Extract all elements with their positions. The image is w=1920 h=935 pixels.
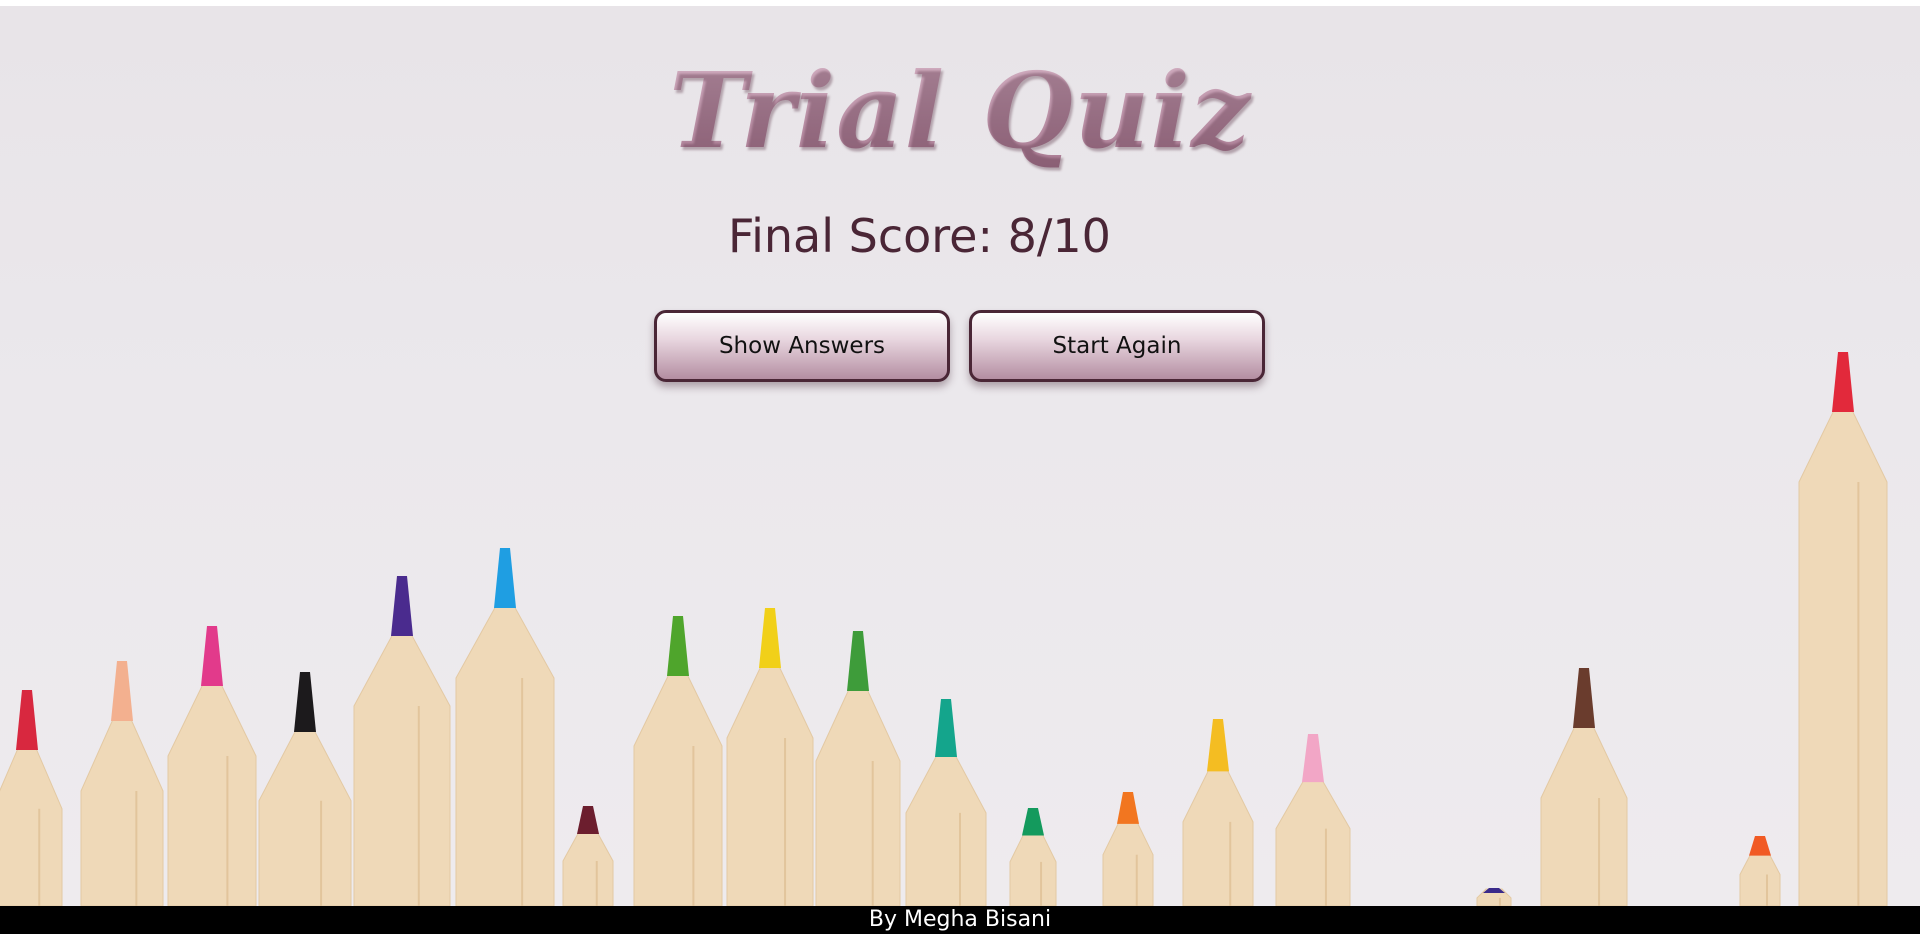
pencil-tip [667, 616, 689, 676]
pencil-tip [1749, 836, 1771, 856]
pencil-tip [16, 690, 38, 750]
pencil-tip [294, 672, 316, 732]
pencil-body [905, 752, 987, 906]
pencil-body [633, 671, 723, 906]
pencil-tip [1117, 792, 1139, 824]
pencil-tip [201, 626, 223, 686]
pencil-body [455, 603, 555, 906]
pencil-body [1009, 830, 1057, 906]
pencil-body [167, 681, 257, 906]
pencil-body [353, 631, 451, 906]
pencil-tip [391, 576, 413, 636]
quiz-stage: Trial Quiz Final Score: 8/10 Show Answer… [0, 6, 1920, 906]
show-answers-button[interactable]: Show Answers [654, 310, 950, 382]
pencil-body [562, 829, 614, 906]
pencil-body [80, 716, 164, 906]
pencil-body [1275, 777, 1351, 906]
pencil-body [1102, 819, 1154, 906]
pencil-tip [759, 608, 781, 668]
page-title: Trial Quiz [0, 46, 1920, 176]
start-again-button[interactable]: Start Again [969, 310, 1265, 382]
pencil-tip [1302, 734, 1324, 783]
pencil-body [1182, 766, 1254, 906]
pencil-tip [1207, 719, 1229, 772]
final-score: Final Score: 8/10 [728, 209, 1111, 263]
pencil-body [258, 727, 352, 906]
pencil-tip [1832, 352, 1854, 412]
pencil-tip [577, 806, 599, 834]
pencil-body [815, 686, 901, 906]
footer-credit: By Megha Bisani [0, 906, 1920, 934]
pencil-tip [935, 699, 957, 757]
pencil-tip [494, 548, 516, 608]
pencil-body [1739, 851, 1781, 906]
pencil-tip [1022, 808, 1044, 836]
pencil-tip [1573, 668, 1595, 728]
pencil-body [726, 663, 814, 906]
pencil-body [1540, 723, 1628, 906]
pencil-body [1798, 407, 1888, 906]
pencil-body [0, 745, 63, 906]
pencil-tip [847, 631, 869, 691]
pencil-tip [111, 661, 133, 721]
